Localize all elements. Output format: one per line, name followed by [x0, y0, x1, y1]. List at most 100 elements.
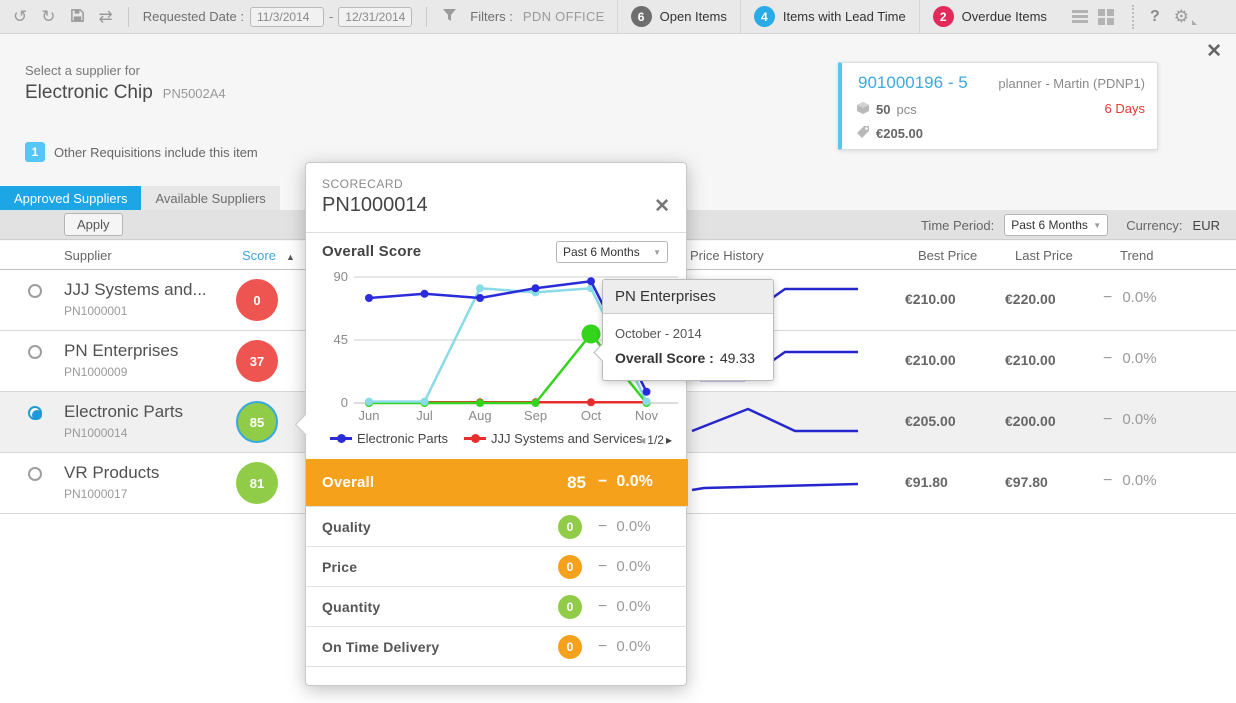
- overall-trend: −0.0%: [598, 473, 653, 491]
- tooltip-date: October - 2014: [615, 326, 761, 341]
- scorecard-pn: PN1000014: [322, 194, 428, 217]
- score-badge[interactable]: 85: [236, 401, 278, 443]
- transfer-icon[interactable]: ⇄: [92, 8, 120, 25]
- metric-score-badge: 0: [558, 635, 582, 659]
- supplier-radio[interactable]: [28, 345, 42, 359]
- supplier-pn: PN1000001: [64, 304, 127, 318]
- svg-text:Oct: Oct: [581, 408, 602, 423]
- requisition-id-link[interactable]: 901000196 - 5: [858, 73, 968, 93]
- time-period-dropdown[interactable]: Past 6 Months ▼: [1004, 214, 1108, 236]
- supplier-radio[interactable]: [28, 284, 42, 298]
- metric-trend: −0.0%: [598, 518, 651, 536]
- lead-time-items-counter[interactable]: 4 Items with Lead Time: [740, 0, 919, 34]
- svg-text:90: 90: [334, 269, 348, 284]
- days-remaining: 6 Days: [1105, 101, 1145, 116]
- chevron-down-icon: ▼: [653, 248, 661, 257]
- score-badge[interactable]: 37: [236, 340, 278, 382]
- dotted-divider: [1132, 5, 1134, 29]
- settings-gear-icon[interactable]: ⚙: [1170, 7, 1203, 27]
- overdue-items-counter[interactable]: 2 Overdue Items: [919, 0, 1060, 34]
- quantity-value: 50: [876, 102, 890, 117]
- select-supplier-label: Select a supplier for: [25, 63, 140, 78]
- scorecard-footer: [306, 666, 688, 686]
- apply-button[interactable]: Apply: [64, 213, 123, 236]
- other-requisitions-badge: 1: [25, 142, 45, 162]
- quantity-unit: pcs: [896, 102, 916, 117]
- chart-tooltip: PN Enterprises October - 2014 Overall Sc…: [602, 279, 774, 381]
- metric-trend: −0.0%: [598, 558, 651, 576]
- metric-score-badge: 0: [558, 555, 582, 579]
- open-items-counter[interactable]: 6 Open Items: [617, 0, 740, 34]
- best-price-value: €91.80: [905, 474, 980, 490]
- overall-score-label: Overall Score: [322, 243, 421, 260]
- legend-item: Electronic Parts: [330, 431, 448, 446]
- currency-value: EUR: [1193, 218, 1220, 233]
- supplier-pn: PN1000014: [64, 426, 127, 440]
- metric-score-badge: 0: [558, 595, 582, 619]
- svg-text:Jul: Jul: [416, 408, 433, 423]
- supplier-radio-selected[interactable]: [28, 406, 42, 420]
- item-name: Electronic Chip: [25, 82, 153, 103]
- item-title: Electronic ChipPN5002A4: [25, 82, 226, 104]
- time-period-label: Time Period:: [921, 218, 994, 233]
- metric-score-badge: 0: [558, 515, 582, 539]
- legend-prev-icon[interactable]: ◂: [639, 433, 645, 447]
- price-history-sparkline: [690, 458, 862, 510]
- scorecard-period-dropdown[interactable]: Past 6 Months ▼: [556, 241, 668, 263]
- chart-legend: Electronic Parts JJJ Systems and Service…: [330, 431, 643, 446]
- col-score-sort[interactable]: Score▲: [242, 248, 295, 263]
- supplier-selection-screen: ↺ ↻ ⇄ Requested Date : 11/3/2014 - 12/31…: [0, 0, 1236, 703]
- scorecard-header: SCORECARD PN1000014 ✕: [306, 163, 686, 233]
- gear-caret: [1192, 20, 1197, 25]
- redo-icon[interactable]: ↻: [34, 8, 62, 25]
- box-icon: [856, 101, 870, 118]
- svg-text:Jun: Jun: [359, 408, 380, 423]
- help-icon[interactable]: ?: [1140, 8, 1170, 26]
- best-price-value: €210.00: [905, 291, 980, 307]
- scorecard-close-icon[interactable]: ✕: [654, 195, 670, 218]
- last-price-value: €220.00: [1005, 291, 1080, 307]
- supplier-radio[interactable]: [28, 467, 42, 481]
- last-price-value: €97.80: [1005, 474, 1080, 490]
- metric-row-on-time-delivery[interactable]: On Time Delivery 0 −0.0%: [306, 626, 688, 666]
- metric-row-price[interactable]: Price 0 −0.0%: [306, 546, 688, 586]
- requested-date-label: Requested Date :: [143, 9, 244, 24]
- filters-value[interactable]: PDN OFFICE: [523, 9, 605, 24]
- filter-funnel-icon[interactable]: [435, 8, 464, 25]
- date-from-input[interactable]: 11/3/2014: [250, 7, 324, 27]
- toolbar-divider: [128, 7, 129, 27]
- tab-approved-suppliers[interactable]: Approved Suppliers: [0, 186, 141, 210]
- undo-icon[interactable]: ↺: [6, 8, 34, 25]
- overdue-items-badge: 2: [933, 6, 954, 27]
- other-requisitions[interactable]: 1 Other Requisitions include this item: [25, 142, 258, 162]
- overall-score-row[interactable]: Overall 85 −0.0%: [306, 459, 688, 506]
- tooltip-supplier: PN Enterprises: [603, 280, 773, 314]
- tab-available-suppliers[interactable]: Available Suppliers: [141, 186, 279, 210]
- date-to-input[interactable]: 12/31/2014: [338, 7, 412, 27]
- svg-text:Nov: Nov: [635, 408, 659, 423]
- trend-value: −0.0%: [1103, 289, 1157, 307]
- metric-row-quality[interactable]: Quality 0 −0.0%: [306, 506, 688, 546]
- col-best-price: Best Price: [918, 248, 977, 263]
- other-requisitions-label: Other Requisitions include this item: [54, 145, 258, 160]
- metric-trend: −0.0%: [598, 598, 651, 616]
- list-view-icon[interactable]: [1072, 10, 1088, 23]
- legend-page-number: 1/2: [647, 433, 664, 447]
- metric-row-quantity[interactable]: Quantity 0 −0.0%: [306, 586, 688, 626]
- chevron-down-icon: ▼: [1093, 221, 1101, 230]
- legend-next-icon[interactable]: ▸: [666, 433, 672, 447]
- supplier-pn: PN1000009: [64, 365, 127, 379]
- save-icon[interactable]: [63, 8, 92, 26]
- requisition-card: 901000196 - 5 planner - Martin (PDNP1) 5…: [838, 62, 1158, 150]
- supplier-name: VR Products: [64, 463, 159, 483]
- tooltip-score: Overall Score :49.33: [615, 350, 761, 366]
- supplier-tabs: Approved Suppliers Available Suppliers: [0, 186, 280, 210]
- lead-time-items-badge: 4: [754, 6, 775, 27]
- score-badge[interactable]: 81: [236, 462, 278, 504]
- price-value: €205.00: [876, 126, 923, 141]
- grid-view-icon[interactable]: [1098, 9, 1114, 25]
- price-row: €205.00: [856, 125, 923, 142]
- supplier-name: Electronic Parts: [64, 402, 183, 422]
- page-close-icon[interactable]: ✕: [1206, 40, 1222, 63]
- score-badge[interactable]: 0: [236, 279, 278, 321]
